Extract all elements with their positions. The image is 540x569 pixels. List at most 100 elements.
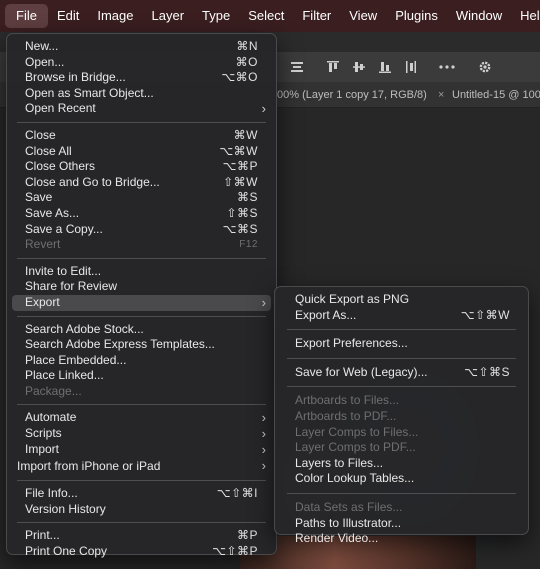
file-menu: New... ⌘N Open... ⌘O Browse in Bridge... ⌥⌘… <box>6 33 277 558</box>
menu-item-export[interactable]: Export › <box>12 294 271 311</box>
menu-item-render-video[interactable]: Render Video... <box>275 531 528 547</box>
menu-item-new[interactable]: New... ⌘N <box>7 39 276 55</box>
menu-item-print-one-copy[interactable]: Print One Copy ⌥⇧⌘P <box>7 544 276 560</box>
menu-item-paths-to-illustrator[interactable]: Paths to Illustrator... <box>275 516 528 532</box>
align-toolbar <box>286 58 500 76</box>
shortcut: ⌘W <box>233 127 258 142</box>
menu-item-print[interactable]: Print... ⌘P <box>7 528 276 544</box>
menu-item-invite-to-edit[interactable]: Invite to Edit... <box>7 264 276 280</box>
menu-item-import-from-iphone[interactable]: Import from iPhone or iPad › <box>7 457 276 475</box>
menu-item-close-others[interactable]: Close Others ⌥⌘P <box>7 159 276 175</box>
shortcut: ⌥⌘W <box>219 143 258 158</box>
shortcut: ⌥⇧⌘S <box>464 364 510 379</box>
menu-item-file-info[interactable]: File Info... ⌥⇧⌘I <box>7 486 276 502</box>
menu-item-close-and-go-to-bridge[interactable]: Close and Go to Bridge... ⇧⌘W <box>7 175 276 191</box>
menu-item-save-for-web[interactable]: Save for Web (Legacy)... ⌥⇧⌘S <box>275 365 528 381</box>
menu-separator <box>17 257 266 259</box>
menu-separator <box>287 357 516 359</box>
menu-edit[interactable]: Edit <box>48 4 88 28</box>
menu-item-layer-comps-to-files: Layer Comps to Files... <box>295 424 419 439</box>
align-top-icon[interactable] <box>322 58 344 76</box>
shortcut: ⌥⌘S <box>222 221 258 236</box>
menu-item-close-all[interactable]: Close All ⌥⌘W <box>7 144 276 160</box>
menu-item-revert: Revert F12 <box>25 237 258 252</box>
chevron-right-icon: › <box>261 410 266 426</box>
menu-separator <box>17 315 266 317</box>
distribute-icon[interactable] <box>400 58 422 76</box>
shortcut: ⌥⇧⌘I <box>216 486 258 501</box>
shortcut: ⌥⇧⌘W <box>460 307 510 322</box>
shortcut: ⌘S <box>236 190 258 205</box>
menu-item-artboards-to-pdf: Artboards to PDF... <box>295 408 397 423</box>
menu-type[interactable]: Type <box>193 4 239 28</box>
shortcut: ⌘P <box>236 528 258 543</box>
chevron-right-icon: › <box>261 101 266 117</box>
more-icon[interactable] <box>436 58 458 76</box>
menu-item-color-lookup-tables[interactable]: Color Lookup Tables... <box>275 471 528 487</box>
document-tab-1[interactable]: 00% (Layer 1 copy 17, RGB/8) <box>277 82 427 108</box>
menu-item-save-a-copy[interactable]: Save a Copy... ⌥⌘S <box>7 222 276 238</box>
menu-item-export-preferences[interactable]: Export Preferences... <box>275 336 528 352</box>
shortcut: ⌥⌘P <box>222 159 258 174</box>
shortcut: ⌘O <box>235 54 258 69</box>
menu-separator <box>17 480 266 482</box>
shortcut: ⌥⌘O <box>221 70 258 85</box>
menu-item-place-embedded[interactable]: Place Embedded... <box>7 353 276 369</box>
menu-file[interactable]: File <box>5 4 48 28</box>
menu-plugins[interactable]: Plugins <box>386 4 447 28</box>
shortcut: ⌘N <box>236 39 258 53</box>
menu-item-layer-comps-to-pdf: Layer Comps to PDF... <box>295 440 416 455</box>
menu-select[interactable]: Select <box>239 4 293 28</box>
menu-window[interactable]: Window <box>447 4 511 28</box>
menu-item-import[interactable]: Import › <box>7 442 276 458</box>
toolbar-spacer <box>462 58 470 76</box>
menu-help[interactable]: Help <box>511 4 540 28</box>
toolbar-spacer <box>426 58 432 76</box>
menu-item-artboards-to-files: Artboards to Files... <box>295 393 400 408</box>
menu-image[interactable]: Image <box>88 4 142 28</box>
menu-separator <box>287 386 516 388</box>
menu-separator <box>17 404 266 406</box>
shortcut: F12 <box>239 239 258 251</box>
menu-item-share-for-review[interactable]: Share for Review <box>7 279 276 295</box>
menu-item-open-as-smart-object[interactable]: Open as Smart Object... <box>7 86 276 102</box>
menu-separator <box>17 121 266 123</box>
menu-bar: File Edit Image Layer Type Select Filter… <box>0 0 540 32</box>
chevron-right-icon: › <box>261 294 266 310</box>
menu-view[interactable]: View <box>340 4 386 28</box>
menu-item-open-recent[interactable]: Open Recent › <box>7 101 276 117</box>
menu-item-version-history[interactable]: Version History <box>7 502 276 518</box>
menu-item-search-adobe-express-templates[interactable]: Search Adobe Express Templates... <box>7 337 276 353</box>
menu-item-data-sets-as-files: Data Sets as Files... <box>295 499 403 514</box>
close-tab-icon[interactable]: × <box>438 82 444 108</box>
align-center-icon[interactable] <box>286 58 308 76</box>
menu-item-package: Package... <box>25 383 82 398</box>
menu-item-close[interactable]: Close ⌘W <box>7 128 276 144</box>
menu-item-quick-export-png[interactable]: Quick Export as PNG <box>275 292 528 308</box>
chevron-right-icon: › <box>261 441 266 457</box>
menu-item-automate[interactable]: Automate › <box>7 410 276 426</box>
menu-item-search-adobe-stock[interactable]: Search Adobe Stock... <box>7 322 276 338</box>
align-bottom-icon[interactable] <box>374 58 396 76</box>
menu-item-open[interactable]: Open... ⌘O <box>7 55 276 71</box>
export-submenu: Quick Export as PNG Export As... ⌥⇧⌘W Exp… <box>274 286 529 545</box>
menu-item-export-as[interactable]: Export As... ⌥⇧⌘W <box>275 308 528 324</box>
menu-item-save[interactable]: Save ⌘S <box>7 190 276 206</box>
document-tab-2[interactable]: Untitled-15 @ 100 <box>452 82 540 108</box>
menu-filter[interactable]: Filter <box>293 4 340 28</box>
chevron-right-icon: › <box>261 426 266 442</box>
menu-item-save-as[interactable]: Save As... ⇧⌘S <box>7 206 276 222</box>
align-vertical-center-icon[interactable] <box>348 58 370 76</box>
shortcut: ⇧⌘S <box>226 205 258 220</box>
menu-separator <box>17 522 266 524</box>
menu-layer[interactable]: Layer <box>143 4 194 28</box>
menu-item-place-linked[interactable]: Place Linked... <box>7 368 276 384</box>
menu-separator <box>287 329 516 331</box>
toolbar-spacer <box>312 58 318 76</box>
menu-item-browse-in-bridge[interactable]: Browse in Bridge... ⌥⌘O <box>7 70 276 86</box>
chevron-right-icon: › <box>261 458 266 474</box>
gear-icon[interactable] <box>474 58 496 76</box>
shortcut: ⌥⇧⌘P <box>212 544 258 559</box>
menu-item-layers-to-files[interactable]: Layers to Files... <box>275 456 528 472</box>
menu-item-scripts[interactable]: Scripts › <box>7 426 276 442</box>
